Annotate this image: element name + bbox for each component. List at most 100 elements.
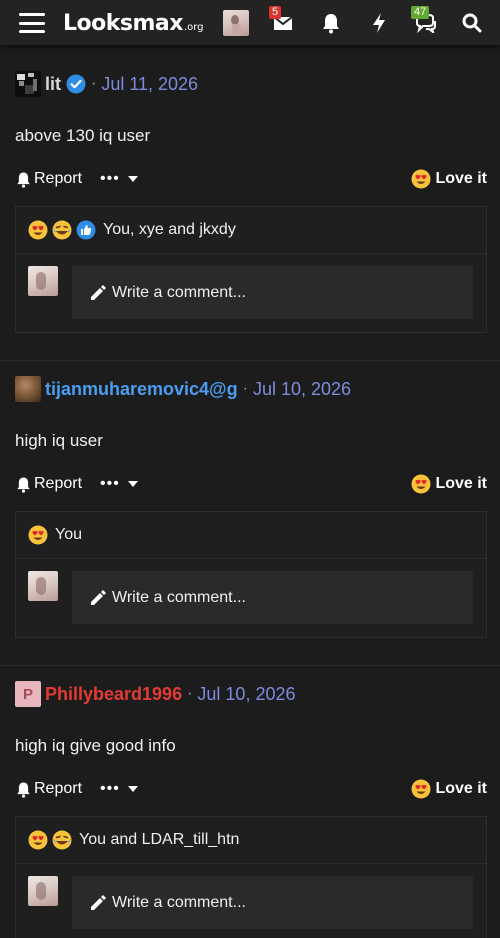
- love-it-button[interactable]: Love it: [411, 166, 487, 192]
- report-label: Report: [34, 475, 83, 492]
- write-comment-input[interactable]: Write a comment...: [72, 876, 473, 929]
- pencil-icon: [91, 589, 106, 605]
- more-options-button[interactable]: •••: [100, 166, 140, 192]
- reacted-by-text: You and LDAR_till_htn: [79, 831, 240, 848]
- more-label: •••: [100, 170, 120, 187]
- verified-badge-icon: [66, 74, 86, 94]
- report-label: Report: [34, 780, 83, 797]
- comment-avatar: [28, 571, 58, 601]
- post-body: above 130 iq user: [15, 126, 151, 145]
- love-it-button[interactable]: Love it: [411, 471, 487, 497]
- write-comment-placeholder: Write a comment...: [112, 283, 246, 301]
- love-it-button[interactable]: Love it: [411, 776, 487, 802]
- love-it-label: Love it: [435, 170, 487, 187]
- avatar: [223, 10, 249, 36]
- meta-separator: ·: [187, 685, 193, 702]
- report-button[interactable]: Report: [15, 166, 82, 192]
- bell-icon: [17, 477, 30, 493]
- reactions-comments-box: You and LDAR_till_htn Write a comment...: [15, 816, 487, 938]
- site-logo[interactable]: Looksmax .org: [63, 0, 204, 46]
- post-header: P Phillybeard1996 · Jul 10, 2026: [15, 680, 295, 708]
- reacted-by-text: You, xye and jkxdy: [103, 221, 236, 238]
- post-date[interactable]: Jul 10, 2026: [253, 379, 351, 400]
- logo-text: Looksmax: [63, 10, 183, 36]
- alerts-button[interactable]: 47: [409, 0, 443, 46]
- notifications-button[interactable]: [314, 0, 348, 46]
- author-avatar[interactable]: [15, 71, 41, 97]
- alerts-badge: 47: [411, 6, 430, 19]
- laughing-crying-emoji-icon: [52, 220, 72, 240]
- thumbs-up-emoji-icon: [76, 220, 96, 240]
- report-label: Report: [34, 170, 83, 187]
- love-it-label: Love it: [435, 780, 487, 797]
- bell-icon: [323, 14, 339, 34]
- account-avatar-button[interactable]: [222, 0, 250, 46]
- author-username[interactable]: lit: [45, 74, 61, 95]
- search-button[interactable]: [455, 0, 489, 46]
- divider: [16, 558, 486, 559]
- comment-avatar: [28, 876, 58, 906]
- avatar-letter: P: [22, 685, 33, 703]
- caret-down-icon: [127, 786, 138, 792]
- post-actions: Report ••• Love it: [15, 776, 487, 802]
- hamburger-icon: [19, 13, 45, 33]
- report-button[interactable]: Report: [15, 776, 82, 802]
- meta-separator: ·: [91, 75, 97, 92]
- post-actions: Report ••• Love it: [15, 166, 487, 192]
- post-divider: [0, 360, 500, 361]
- laughing-crying-emoji-icon: [52, 830, 72, 850]
- post-divider: [0, 665, 500, 666]
- bell-icon: [17, 782, 30, 798]
- reactions-comments-box: You Write a comment...: [15, 511, 487, 638]
- author-username[interactable]: Phillybeard1996: [45, 684, 182, 705]
- report-button[interactable]: Report: [15, 471, 82, 497]
- more-label: •••: [100, 475, 120, 492]
- heart-eyes-emoji-icon: [28, 830, 48, 850]
- author-avatar[interactable]: P: [15, 681, 41, 707]
- write-comment-placeholder: Write a comment...: [112, 893, 246, 911]
- post-date[interactable]: Jul 11, 2026: [101, 74, 198, 95]
- more-options-button[interactable]: •••: [100, 471, 140, 497]
- heart-eyes-emoji-icon: [28, 220, 48, 240]
- reactions-summary[interactable]: You and LDAR_till_htn: [28, 827, 239, 853]
- comment-avatar: [28, 266, 58, 296]
- menu-button[interactable]: [12, 0, 52, 46]
- write-comment-input[interactable]: Write a comment...: [72, 571, 473, 624]
- caret-down-icon: [127, 481, 138, 487]
- meta-separator: ·: [242, 380, 248, 397]
- post-body: high iq user: [15, 431, 103, 450]
- author-username[interactable]: tijanmuharemovic4@g: [45, 379, 238, 400]
- post-actions: Report ••• Love it: [15, 471, 487, 497]
- divider: [16, 253, 486, 254]
- write-comment-placeholder: Write a comment...: [112, 588, 246, 606]
- search-icon: [462, 13, 482, 33]
- post-date[interactable]: Jul 10, 2026: [197, 684, 295, 705]
- heart-eyes-emoji-icon: [411, 169, 431, 189]
- reactions-summary[interactable]: You: [28, 522, 82, 548]
- post-header: lit · Jul 11, 2026: [15, 70, 198, 98]
- whats-new-button[interactable]: [362, 0, 396, 46]
- divider: [16, 863, 486, 864]
- author-avatar[interactable]: [15, 376, 41, 402]
- post-header: tijanmuharemovic4@g · Jul 10, 2026: [15, 375, 351, 403]
- inbox-badge: 5: [269, 6, 282, 19]
- heart-eyes-emoji-icon: [411, 474, 431, 494]
- bell-icon: [17, 172, 30, 188]
- more-options-button[interactable]: •••: [100, 776, 140, 802]
- more-label: •••: [100, 780, 120, 797]
- reactions-summary[interactable]: You, xye and jkxdy: [28, 217, 236, 243]
- heart-eyes-emoji-icon: [28, 525, 48, 545]
- lightning-bolt-icon: [373, 13, 385, 33]
- reacted-by-text: You: [55, 526, 82, 543]
- pencil-icon: [91, 894, 106, 910]
- heart-eyes-emoji-icon: [411, 779, 431, 799]
- write-comment-input[interactable]: Write a comment...: [72, 266, 473, 319]
- inbox-button[interactable]: 5: [266, 0, 300, 46]
- post-body: high iq give good info: [15, 736, 176, 755]
- love-it-label: Love it: [435, 475, 487, 492]
- caret-down-icon: [127, 176, 138, 182]
- top-navigation-bar: Looksmax .org 5 47: [0, 0, 500, 46]
- reactions-comments-box: You, xye and jkxdy Write a comment...: [15, 206, 487, 333]
- logo-tld: .org: [183, 21, 204, 33]
- pencil-icon: [91, 284, 106, 300]
